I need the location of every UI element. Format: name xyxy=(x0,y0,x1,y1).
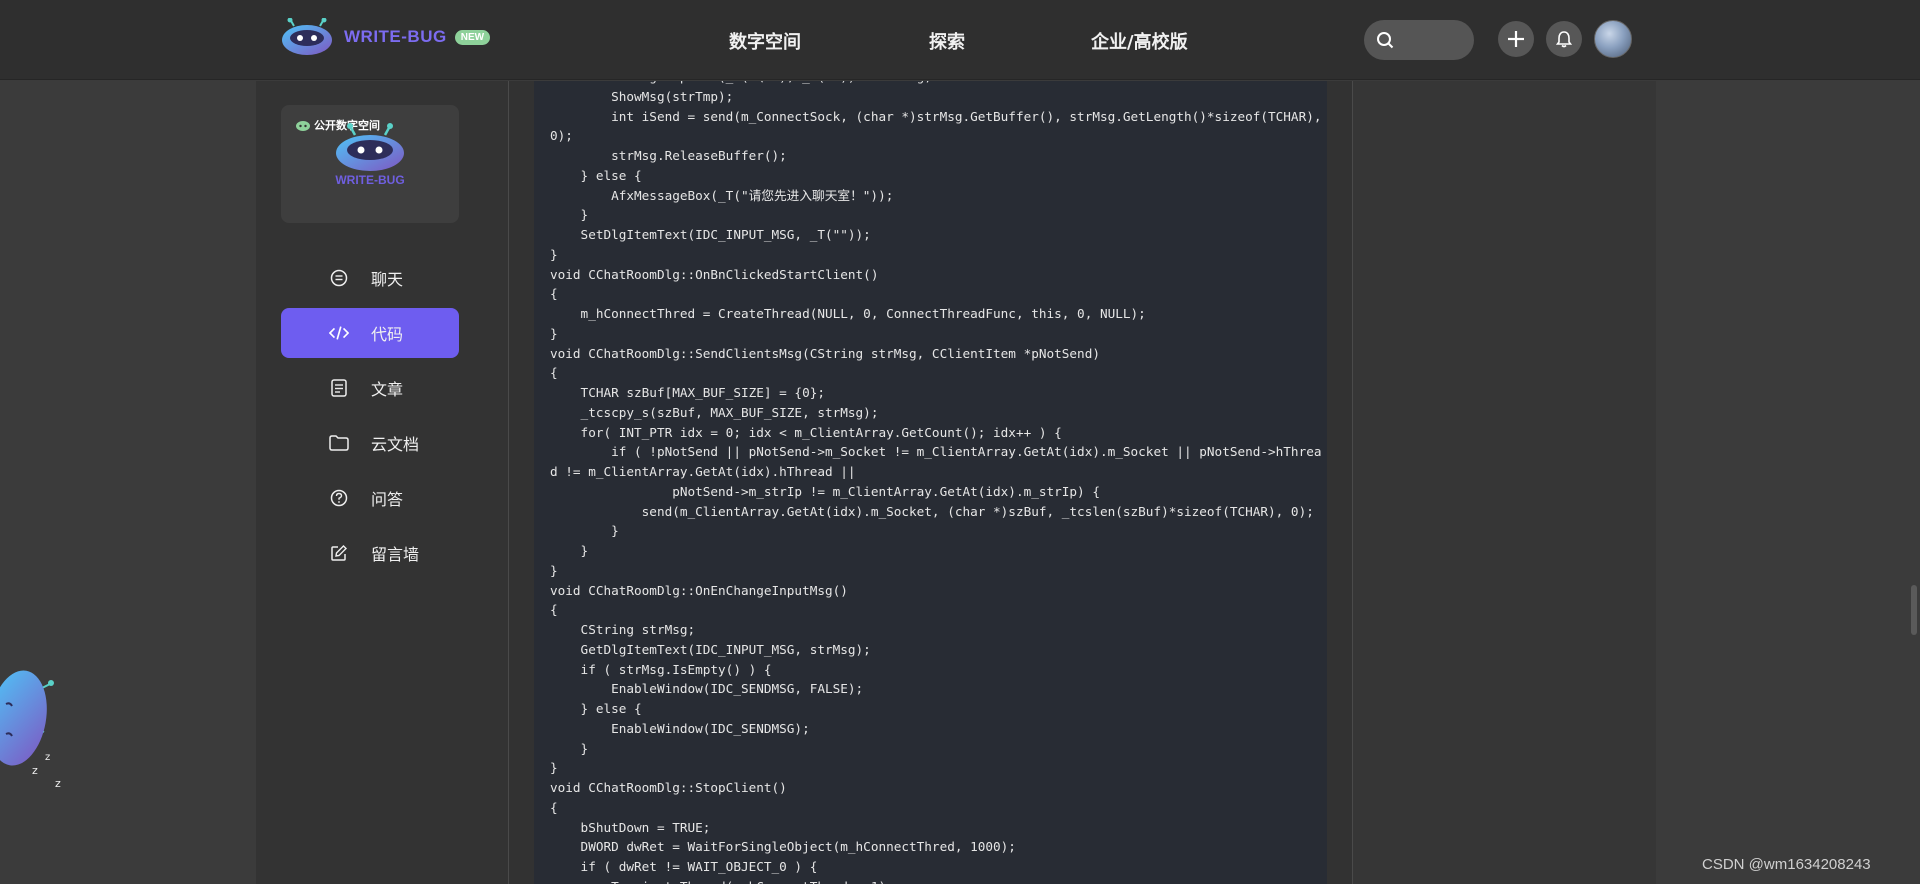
nav-digital-space[interactable]: 数字空间 xyxy=(729,28,801,54)
sidebar-item-label: 云文档 xyxy=(371,435,420,454)
mascot-logo-icon xyxy=(280,17,334,56)
nav-enterprise[interactable]: 企业/高校版 xyxy=(1091,28,1188,54)
code-icon xyxy=(329,323,349,343)
code-block: strMsg.Replace(_T("\n"), _T("")) + strMs… xyxy=(534,81,1327,884)
public-space-card[interactable]: 公开数字空间 WRITE-BUG xyxy=(281,105,459,223)
space-brand: WRITE-BUG xyxy=(335,173,405,187)
sidebar-item-label: 问答 xyxy=(371,490,404,509)
sidebar: 公开数字空间 WRITE-BUG 聊天 代码 文章 云文档 问答 留言墙 xyxy=(256,81,508,884)
scrollbar[interactable] xyxy=(1911,585,1917,635)
folder-icon xyxy=(329,433,349,453)
robot-icon xyxy=(296,121,310,131)
create-button[interactable] xyxy=(1498,21,1534,57)
edit-icon xyxy=(329,543,349,563)
chat-icon xyxy=(329,268,349,288)
sidebar-item-label: 代码 xyxy=(371,325,404,344)
right-column xyxy=(1353,81,1656,884)
svg-text:z: z xyxy=(45,752,50,763)
article-icon xyxy=(329,378,349,398)
search-icon xyxy=(1377,32,1394,49)
question-icon xyxy=(329,488,349,508)
sidebar-item-cloud-docs[interactable]: 云文档 xyxy=(281,418,459,468)
bell-icon xyxy=(1555,31,1573,48)
sidebar-item-article[interactable]: 文章 xyxy=(281,363,459,413)
svg-text:z: z xyxy=(55,777,61,790)
sidebar-item-label: 留言墙 xyxy=(371,545,420,564)
new-badge: NEW xyxy=(454,29,491,45)
plus-icon xyxy=(1508,31,1524,47)
search-input[interactable] xyxy=(1364,20,1474,60)
mascot-icon xyxy=(333,123,407,177)
watermark: CSDN @wm1634208243 xyxy=(1702,856,1871,873)
brand-logo[interactable]: WRITE-BUG NEW xyxy=(280,17,491,56)
sidebar-item-qa[interactable]: 问答 xyxy=(281,473,459,523)
sidebar-item-label: 文章 xyxy=(371,380,404,399)
main-content: strMsg.Replace(_T("\n"), _T("")) + strMs… xyxy=(508,81,1353,884)
brand-name: WRITE-BUG xyxy=(344,27,447,46)
sidebar-item-code[interactable]: 代码 xyxy=(281,308,459,358)
sidebar-item-message-wall[interactable]: 留言墙 xyxy=(281,528,459,578)
sidebar-item-chat[interactable]: 聊天 xyxy=(281,253,459,303)
sleeping-mascot-icon[interactable]: z z z xyxy=(0,660,70,790)
top-navbar: WRITE-BUG NEW 数字空间 探索 企业/高校版 xyxy=(0,0,1920,80)
notifications-button[interactable] xyxy=(1546,21,1582,57)
sidebar-item-label: 聊天 xyxy=(371,270,404,289)
user-avatar[interactable] xyxy=(1594,20,1632,58)
code-text: strMsg.Replace(_T("\n"), _T("")) + strMs… xyxy=(550,81,1322,884)
nav-explore[interactable]: 探索 xyxy=(929,28,965,54)
svg-text:z: z xyxy=(32,764,38,777)
